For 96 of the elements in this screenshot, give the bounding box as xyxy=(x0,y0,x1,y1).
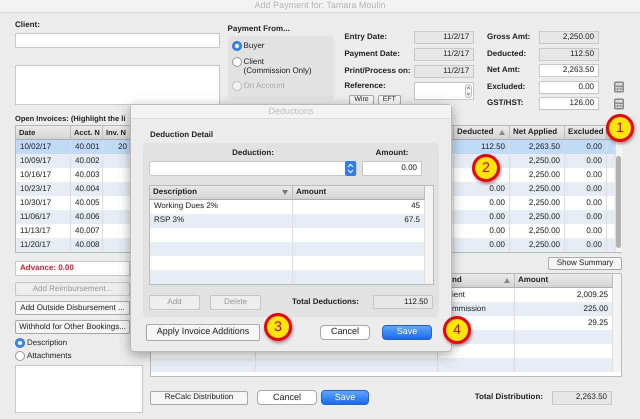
table-cell: 112.50 xyxy=(454,140,510,154)
radio-label: Description xyxy=(27,338,68,348)
table-cell: 40.006 xyxy=(71,210,103,224)
table-cell: 67.5 xyxy=(293,214,425,228)
table-cell: 0.00 xyxy=(454,238,510,252)
client-address-field[interactable] xyxy=(15,64,220,105)
amount-field[interactable]: 2,263.50 xyxy=(539,64,600,77)
radio-button[interactable] xyxy=(15,338,25,348)
button[interactable]: Cancel xyxy=(320,324,370,340)
total-field: 112.50 xyxy=(373,295,433,310)
table-cell: 10/02/17 xyxy=(16,140,71,154)
table-cell: 2,250.00 xyxy=(510,182,565,196)
column-header[interactable]: Net Applied xyxy=(510,126,565,140)
radio-label: Client (Commission Only) xyxy=(244,56,312,76)
table-cell: 10/23/17 xyxy=(16,182,71,196)
table-cell: 40.008 xyxy=(71,238,103,252)
show-summary-button[interactable]: Show Summary xyxy=(548,257,622,270)
table-cell: RSP 3% xyxy=(150,214,293,228)
table-cell: 0.00 xyxy=(565,154,607,168)
date-field[interactable]: 11/2/17 xyxy=(414,31,474,44)
column-header[interactable]: Amount xyxy=(293,186,425,200)
field-label: Gross Amt: xyxy=(487,33,532,42)
amount-field[interactable]: 0.00 xyxy=(362,160,422,176)
callout-tooltip: 1 xyxy=(606,114,634,142)
field-label: Excluded: xyxy=(487,82,526,92)
table-cell xyxy=(607,210,616,224)
table-cell: 2,250.00 xyxy=(510,154,565,168)
radio-button[interactable] xyxy=(232,56,242,67)
stepper-icon xyxy=(465,84,472,98)
amount-field[interactable]: 112.50 xyxy=(539,48,600,60)
reference-field[interactable] xyxy=(414,82,474,100)
amount-field[interactable]: 0.00 xyxy=(539,80,600,94)
button[interactable]: Cancel xyxy=(257,390,317,406)
table-cell: 225.00 xyxy=(515,302,613,316)
dropdown-arrows-icon xyxy=(345,160,356,176)
radio-label: Attachments xyxy=(27,352,72,361)
table-cell: 0.00 xyxy=(565,210,607,224)
table-cell: 11/20/17 xyxy=(16,238,71,252)
table-cell: 10/09/17 xyxy=(16,154,71,168)
table-cell xyxy=(607,140,616,154)
client-field[interactable] xyxy=(15,32,220,48)
field-label: Entry Date: xyxy=(344,33,388,42)
table-cell: 0.00 xyxy=(454,210,510,224)
dropdown-field[interactable] xyxy=(149,160,357,176)
table-cell xyxy=(607,182,616,196)
scrollbar[interactable] xyxy=(425,186,433,284)
field-label: Client: xyxy=(15,21,41,30)
date-field[interactable]: 11/2/17 xyxy=(414,65,474,78)
field-label: Print/Process on: xyxy=(344,67,412,76)
table-cell: 2,250.00 xyxy=(510,210,565,224)
table-cell: 0.00 xyxy=(565,182,607,196)
field-label: Total Deductions: xyxy=(292,298,359,306)
field-label: Net Amt: xyxy=(487,66,522,75)
table-cell: 40.002 xyxy=(71,154,103,168)
table-cell: 0.00 xyxy=(565,140,607,154)
field-label: Deducted: xyxy=(487,50,528,58)
field-label: GST/HST: xyxy=(487,99,524,108)
column-header[interactable]: Amount xyxy=(515,274,613,288)
advance-text: Advance: 0.00 xyxy=(15,261,130,276)
radio-button[interactable] xyxy=(232,40,242,51)
scrollbar[interactable] xyxy=(613,274,621,372)
amount-field[interactable]: 126.00 xyxy=(539,97,600,110)
table-cell: 20 xyxy=(103,140,132,154)
radio-label: On Account xyxy=(244,81,285,92)
scrollbar-thumb[interactable] xyxy=(616,156,620,248)
window-title: Add Payment for: Tamara Moulin xyxy=(254,1,386,11)
field-label: Amount: xyxy=(374,148,410,158)
table-cell: 40.001 xyxy=(71,140,103,154)
section-label: Payment From... xyxy=(228,25,291,34)
total-field: 2,263.50 xyxy=(552,390,612,405)
section-label: Deduction Detail xyxy=(150,131,214,140)
radio-label: Buyer xyxy=(244,40,264,51)
column-header[interactable]: Deducted xyxy=(454,126,510,140)
notes-field[interactable] xyxy=(15,365,143,414)
table-cell: 2,263.50 xyxy=(510,140,565,154)
field-label: Reference: xyxy=(344,82,387,91)
table-cell xyxy=(607,238,616,252)
field-label: Total Distribution: xyxy=(474,393,543,402)
button[interactable]: Apply Invoice Additions xyxy=(146,324,260,341)
column-header[interactable]: Description xyxy=(150,186,293,200)
table-cell xyxy=(607,154,616,168)
table-cell: 2,250.00 xyxy=(510,238,565,252)
date-field[interactable]: 11/2/17 xyxy=(414,48,474,61)
amount-field[interactable]: 2,250.00 xyxy=(539,31,600,44)
button[interactable]: Add Outside Disbursement ... xyxy=(15,301,130,316)
column-header[interactable]: Excluded xyxy=(565,126,607,140)
button[interactable]: Withhold for Other Bookings... xyxy=(15,320,130,334)
field-label: Payment Date: xyxy=(344,50,401,59)
table-cell: 11/06/17 xyxy=(16,210,71,224)
table-cell: 0.00 xyxy=(565,238,607,252)
radio-button[interactable] xyxy=(15,351,25,362)
button[interactable]: ReCalc Distribution xyxy=(150,390,248,405)
table-cell: 40.004 xyxy=(71,182,103,196)
field-label: Deduction: xyxy=(231,148,275,158)
save-button[interactable]: Save xyxy=(321,390,369,406)
table-cell: 0.00 xyxy=(454,182,510,196)
